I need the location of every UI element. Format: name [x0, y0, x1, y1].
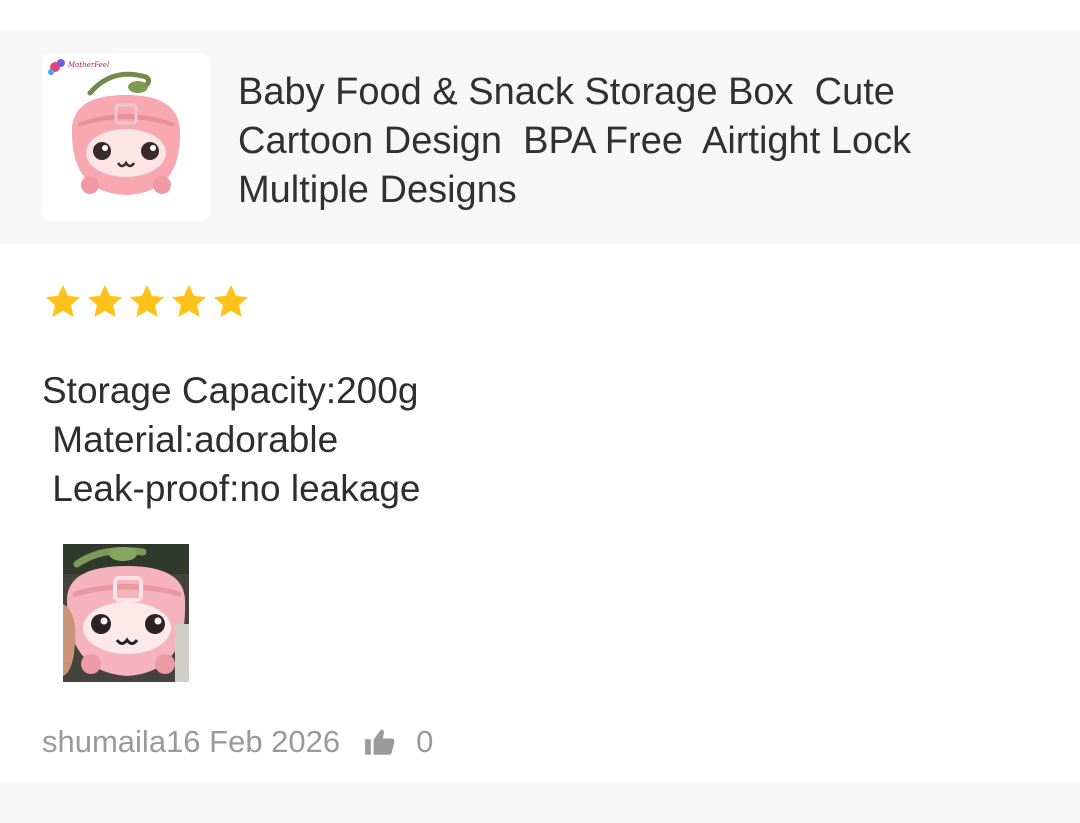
brand-logo-text: MotherFeel	[67, 61, 109, 69]
star-icon	[171, 284, 207, 318]
star-icon	[129, 284, 165, 318]
product-title[interactable]: Baby Food & Snack Storage Box Cute Carto…	[238, 68, 1038, 215]
product-header[interactable]: MotherFeel Baby Food & Snack Storage Box…	[0, 30, 1080, 244]
reviewer-name: shumaila	[42, 724, 167, 759]
star-icon	[45, 284, 81, 318]
pink-apple-storage-box-image: MotherFeel	[42, 53, 210, 221]
pink-apple-storage-box-photo	[63, 544, 189, 682]
thumbs-up-icon[interactable]	[362, 725, 398, 759]
review-meta: shumaila 16 Feb 2026 0	[42, 722, 433, 762]
review-card: Storage Capacity:200g Material:adorable …	[0, 244, 1080, 782]
star-rating	[42, 280, 252, 324]
star-icon	[213, 284, 249, 318]
like-count: 0	[416, 724, 434, 759]
product-thumbnail[interactable]: MotherFeel	[42, 53, 210, 221]
review-text: Storage Capacity:200g Material:adorable …	[42, 370, 421, 509]
review-photo[interactable]	[63, 544, 189, 682]
top-spacer	[0, 0, 1080, 30]
star-icon	[87, 284, 123, 318]
bottom-divider-band	[0, 782, 1080, 823]
review-date: 16 Feb 2026	[166, 724, 341, 759]
